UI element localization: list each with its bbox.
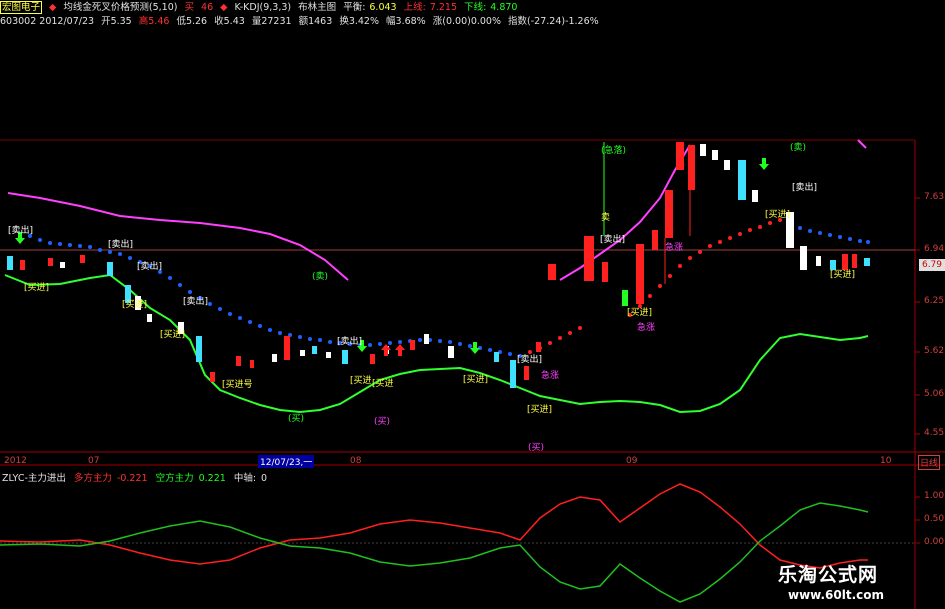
ann-buy-10: [买进] bbox=[830, 270, 856, 280]
close-value: 收5.43 bbox=[214, 16, 245, 27]
ann-drop: (急落) bbox=[601, 146, 627, 156]
high-value: 高5.46 bbox=[138, 16, 170, 27]
boll-upper-left bbox=[7, 192, 349, 281]
ann-sell-8: [卖出] bbox=[792, 183, 818, 193]
x-label-year: 2012 bbox=[4, 456, 27, 466]
boll-upper-stub bbox=[857, 139, 867, 149]
sub-y-label-2: 0.50 bbox=[924, 514, 945, 524]
kdj-indicator[interactable]: K-KDJ(9,3,3) bbox=[235, 2, 292, 13]
bull-value: -0.221 bbox=[116, 473, 148, 484]
quote-header: 603002 2012/07/23 开5.35 高5.46 低5.26 收5.4… bbox=[0, 16, 603, 28]
ann-sell-3: [卖出] bbox=[137, 262, 163, 272]
ann-buy-2: [买进] bbox=[122, 300, 148, 310]
mid-band-dots bbox=[28, 218, 870, 358]
ann-seller-2: (卖) bbox=[790, 143, 807, 153]
open-value: 开5.35 bbox=[101, 16, 132, 27]
period-tab[interactable]: 日线 bbox=[918, 455, 941, 470]
bear-label: 空方主力 bbox=[155, 473, 194, 484]
y-label-1: 7.63 bbox=[924, 192, 945, 202]
sub-y-label-1: 1.00 bbox=[924, 491, 945, 501]
bull-label: 多方主力 bbox=[73, 473, 112, 484]
lower-value: 4.870 bbox=[490, 2, 518, 13]
ann-rush-1: 急涨 bbox=[541, 371, 560, 381]
ann-sell-5: [卖出] bbox=[337, 337, 363, 347]
ann-buyer-2: (买) bbox=[374, 417, 391, 427]
ann-buyer-1: (买) bbox=[288, 414, 305, 424]
ann-buy-5: [买进 bbox=[372, 379, 394, 389]
ann-buy-4: [买进 bbox=[350, 376, 372, 386]
upper-label: 上线: bbox=[403, 2, 426, 13]
ann-buy-7: [买进] bbox=[527, 405, 553, 415]
code-date: 603002 2012/07/23 bbox=[0, 16, 95, 27]
diamond-icon-2: ◆ bbox=[220, 2, 228, 13]
ann-rush-2: 急涨 bbox=[637, 323, 656, 333]
y-label-4: 5.62 bbox=[924, 346, 945, 356]
zero-label: 中轴: bbox=[233, 473, 257, 484]
ann-sell-6: [卖出] bbox=[517, 355, 543, 365]
mid-label: 平衡: bbox=[343, 2, 366, 13]
sub-indicator-header: ZLYC-主力进出 多方主力 -0.221 空方主力 0.221 中轴: 0 bbox=[2, 470, 272, 484]
index-value: 指数(-27.24)-1.26% bbox=[508, 16, 599, 27]
amount-value: 额1463 bbox=[298, 16, 333, 27]
ann-buy-3: [买进] bbox=[160, 330, 186, 340]
diamond-icon: ◆ bbox=[49, 2, 57, 13]
boll-indicator[interactable]: 布林主图 bbox=[298, 2, 336, 13]
y-label-6: 4.55 bbox=[924, 428, 945, 438]
ann-buy-6: [买进] bbox=[463, 375, 489, 385]
sub-y-label-3: 0.00 bbox=[924, 537, 945, 547]
ann-sell-1: [卖出] bbox=[8, 226, 34, 236]
bear-line bbox=[0, 502, 869, 603]
turnover-value: 换3.42% bbox=[339, 16, 379, 27]
ann-sell-2: [卖出] bbox=[108, 240, 134, 250]
low-value: 低5.26 bbox=[176, 16, 208, 27]
pct-value: 涨(0.00)0.00% bbox=[432, 16, 501, 27]
change-value: 幅3.68% bbox=[386, 16, 426, 27]
x-label-07: 07 bbox=[88, 456, 100, 466]
lower-label: 下线: bbox=[464, 2, 487, 13]
ann-rush-3: 急涨 bbox=[665, 243, 684, 253]
y-label-3: 6.25 bbox=[924, 296, 945, 306]
ann-buy-8: [买进] bbox=[627, 308, 653, 318]
indicator-name[interactable]: 均线金死叉价格预测(5,10) bbox=[63, 2, 177, 13]
upper-value: 7.215 bbox=[429, 2, 458, 13]
ann-sell-short: 卖 bbox=[601, 213, 611, 223]
cursor-date: 12/07/23,一 bbox=[258, 455, 315, 468]
x-label-10: 10 bbox=[880, 456, 892, 466]
y-label-2: 6.94 bbox=[924, 244, 945, 254]
ann-seller-1: (卖) bbox=[312, 272, 329, 282]
x-label-09: 09 bbox=[626, 456, 638, 466]
indicator-header: 宏图电子 ◆ 均线金死叉价格预测(5,10) 买 46 ◆ K-KDJ(9,3,… bbox=[0, 1, 521, 14]
mid-value: 6.043 bbox=[369, 2, 397, 13]
ann-sell-7: [卖出] bbox=[600, 235, 626, 245]
buy-marker: 买 bbox=[184, 2, 195, 13]
ann-sell-4: [卖出] bbox=[183, 297, 209, 307]
ann-buy-9: [买进] bbox=[765, 210, 791, 220]
price-value: 46 bbox=[201, 2, 214, 13]
volume-value: 量27231 bbox=[251, 16, 292, 27]
boll-lower bbox=[4, 273, 869, 414]
sub-indicator-name[interactable]: ZLYC-主力进出 bbox=[2, 473, 66, 484]
watermark-url: www.60lt.com bbox=[788, 588, 885, 602]
bull-line bbox=[0, 483, 868, 569]
watermark-name: 乐淘公式网 bbox=[778, 564, 879, 586]
x-label-08: 08 bbox=[350, 456, 362, 466]
signal-arrows bbox=[15, 158, 769, 356]
current-price-tag: 6.79 bbox=[919, 259, 945, 271]
ann-buy-1: [买进] bbox=[24, 283, 50, 293]
ann-buy-signal: [买进号 bbox=[222, 380, 253, 390]
zero-value: 0 bbox=[261, 473, 268, 484]
ann-buyer-3: (买) bbox=[528, 443, 545, 453]
y-label-5: 5.06 bbox=[924, 389, 945, 399]
stock-name[interactable]: 宏图电子 bbox=[0, 1, 43, 14]
bear-value: 0.221 bbox=[198, 473, 226, 484]
